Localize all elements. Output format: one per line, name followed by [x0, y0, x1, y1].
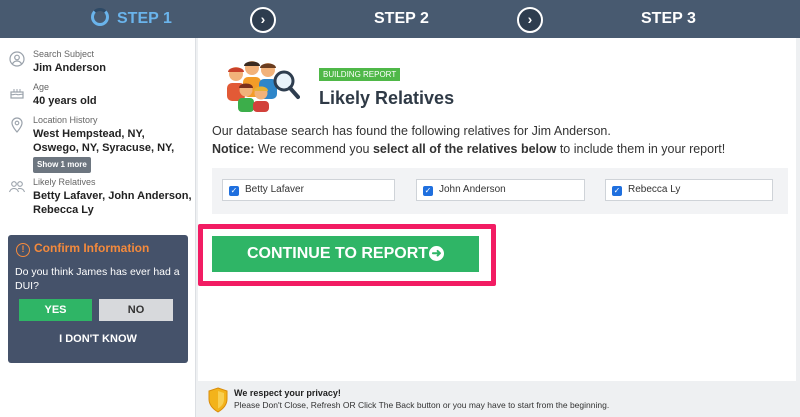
- search-subject-label: Search Subject: [33, 49, 95, 59]
- exclamation-icon: !: [16, 243, 30, 257]
- i-dont-know-button[interactable]: I DON'T KNOW: [8, 333, 188, 345]
- step-2-label: STEP 2: [374, 10, 429, 27]
- relative-checkbox-rebecca[interactable]: ✓ Rebecca Ly: [605, 179, 773, 201]
- location-pin-icon: [8, 117, 26, 135]
- user-icon: [8, 51, 26, 69]
- age-label: Age: [33, 82, 50, 92]
- people-icon: [8, 179, 26, 197]
- relatives-line-2: Rebecca Ly: [33, 204, 94, 216]
- chevron-right-icon: ›: [250, 7, 276, 33]
- confirm-information-box: ! Confirm Information Do you think James …: [8, 235, 188, 363]
- relatives-checklist: ✓ Betty Lafaver ✓ John Anderson ✓ Rebecca L…: [212, 168, 788, 214]
- age-section: Age 40 years old: [8, 82, 193, 112]
- notice-label: Notice:: [212, 142, 255, 156]
- main-report-panel: BUILDING REPORT Likely Relatives Our dat…: [198, 38, 796, 381]
- search-subject-value: Jim Anderson: [33, 62, 106, 74]
- relatives-found-text: Our database search has found the follow…: [212, 124, 611, 138]
- location-history-label: Location History: [33, 115, 98, 125]
- privacy-title: We respect your privacy!: [234, 388, 341, 398]
- likely-relatives-value: Betty Lafaver, John Anderson, Rebecca Ly: [33, 189, 192, 217]
- relative-checkbox-john[interactable]: ✓ John Anderson: [416, 179, 585, 201]
- notice-post: to include them in your report!: [556, 142, 726, 156]
- step-progress-bar: STEP 1 › STEP 2 › STEP 3: [0, 0, 800, 38]
- notice-pre: We recommend you: [254, 142, 373, 156]
- continue-button-label: CONTINUE TO REPORT: [246, 245, 429, 262]
- notice-bold: select all of the relatives below: [372, 142, 557, 156]
- privacy-text: Please Don't Close, Refresh OR Click The…: [234, 400, 610, 410]
- relatives-line-1: Betty Lafaver, John Anderson,: [33, 190, 192, 202]
- privacy-notice: We respect your privacy! Please Don't Cl…: [207, 387, 647, 413]
- likely-relatives-section: Likely Relatives Betty Lafaver, John And…: [8, 177, 193, 221]
- likely-relatives-label: Likely Relatives: [33, 177, 96, 187]
- continue-to-report-button[interactable]: CONTINUE TO REPORT ➜: [212, 236, 479, 272]
- yes-button[interactable]: YES: [19, 299, 92, 321]
- no-button[interactable]: NO: [99, 299, 173, 321]
- location-line-1: West Hempstead, NY,: [33, 128, 145, 140]
- page-title: Likely Relatives: [319, 88, 455, 108]
- relative-name: Betty Lafaver: [245, 184, 304, 195]
- show-more-button[interactable]: Show 1 more: [33, 157, 91, 173]
- checkbox-checked-icon[interactable]: ✓: [612, 186, 622, 196]
- search-summary-sidebar: Search Subject Jim Anderson Age 40 years…: [0, 38, 196, 417]
- checkbox-checked-icon[interactable]: ✓: [229, 186, 239, 196]
- step-1: STEP 1: [91, 0, 172, 38]
- confirm-information-title: Confirm Information: [34, 241, 150, 255]
- confirm-information-header: ! Confirm Information: [16, 241, 149, 257]
- age-value: 40 years old: [33, 95, 97, 107]
- notice-text: Notice: We recommend you select all of t…: [212, 142, 725, 156]
- building-report-badge: BUILDING REPORT: [319, 68, 401, 81]
- dui-question: Do you think James has ever had a DUI?: [15, 266, 180, 292]
- relative-name: Rebecca Ly: [628, 184, 681, 195]
- loading-spinner-icon: [91, 8, 109, 26]
- step-3-label: STEP 3: [641, 10, 696, 27]
- checkbox-checked-icon[interactable]: ✓: [423, 186, 433, 196]
- relative-checkbox-betty[interactable]: ✓ Betty Lafaver: [222, 179, 395, 201]
- arrow-circle-right-icon: ➜: [429, 246, 445, 261]
- relative-name: John Anderson: [439, 184, 506, 195]
- location-line-2: Oswego, NY, Syracuse, NY,: [33, 142, 175, 154]
- step-1-label: STEP 1: [117, 10, 172, 27]
- cake-icon: [8, 84, 26, 102]
- location-history-section: Location History West Hempstead, NY, Osw…: [8, 115, 193, 175]
- search-subject-section: Search Subject Jim Anderson: [8, 49, 193, 79]
- people-search-illustration: [222, 56, 300, 112]
- location-history-value: West Hempstead, NY, Oswego, NY, Syracuse…: [33, 127, 174, 173]
- shield-icon: [207, 387, 229, 413]
- chevron-right-icon: ›: [517, 7, 543, 33]
